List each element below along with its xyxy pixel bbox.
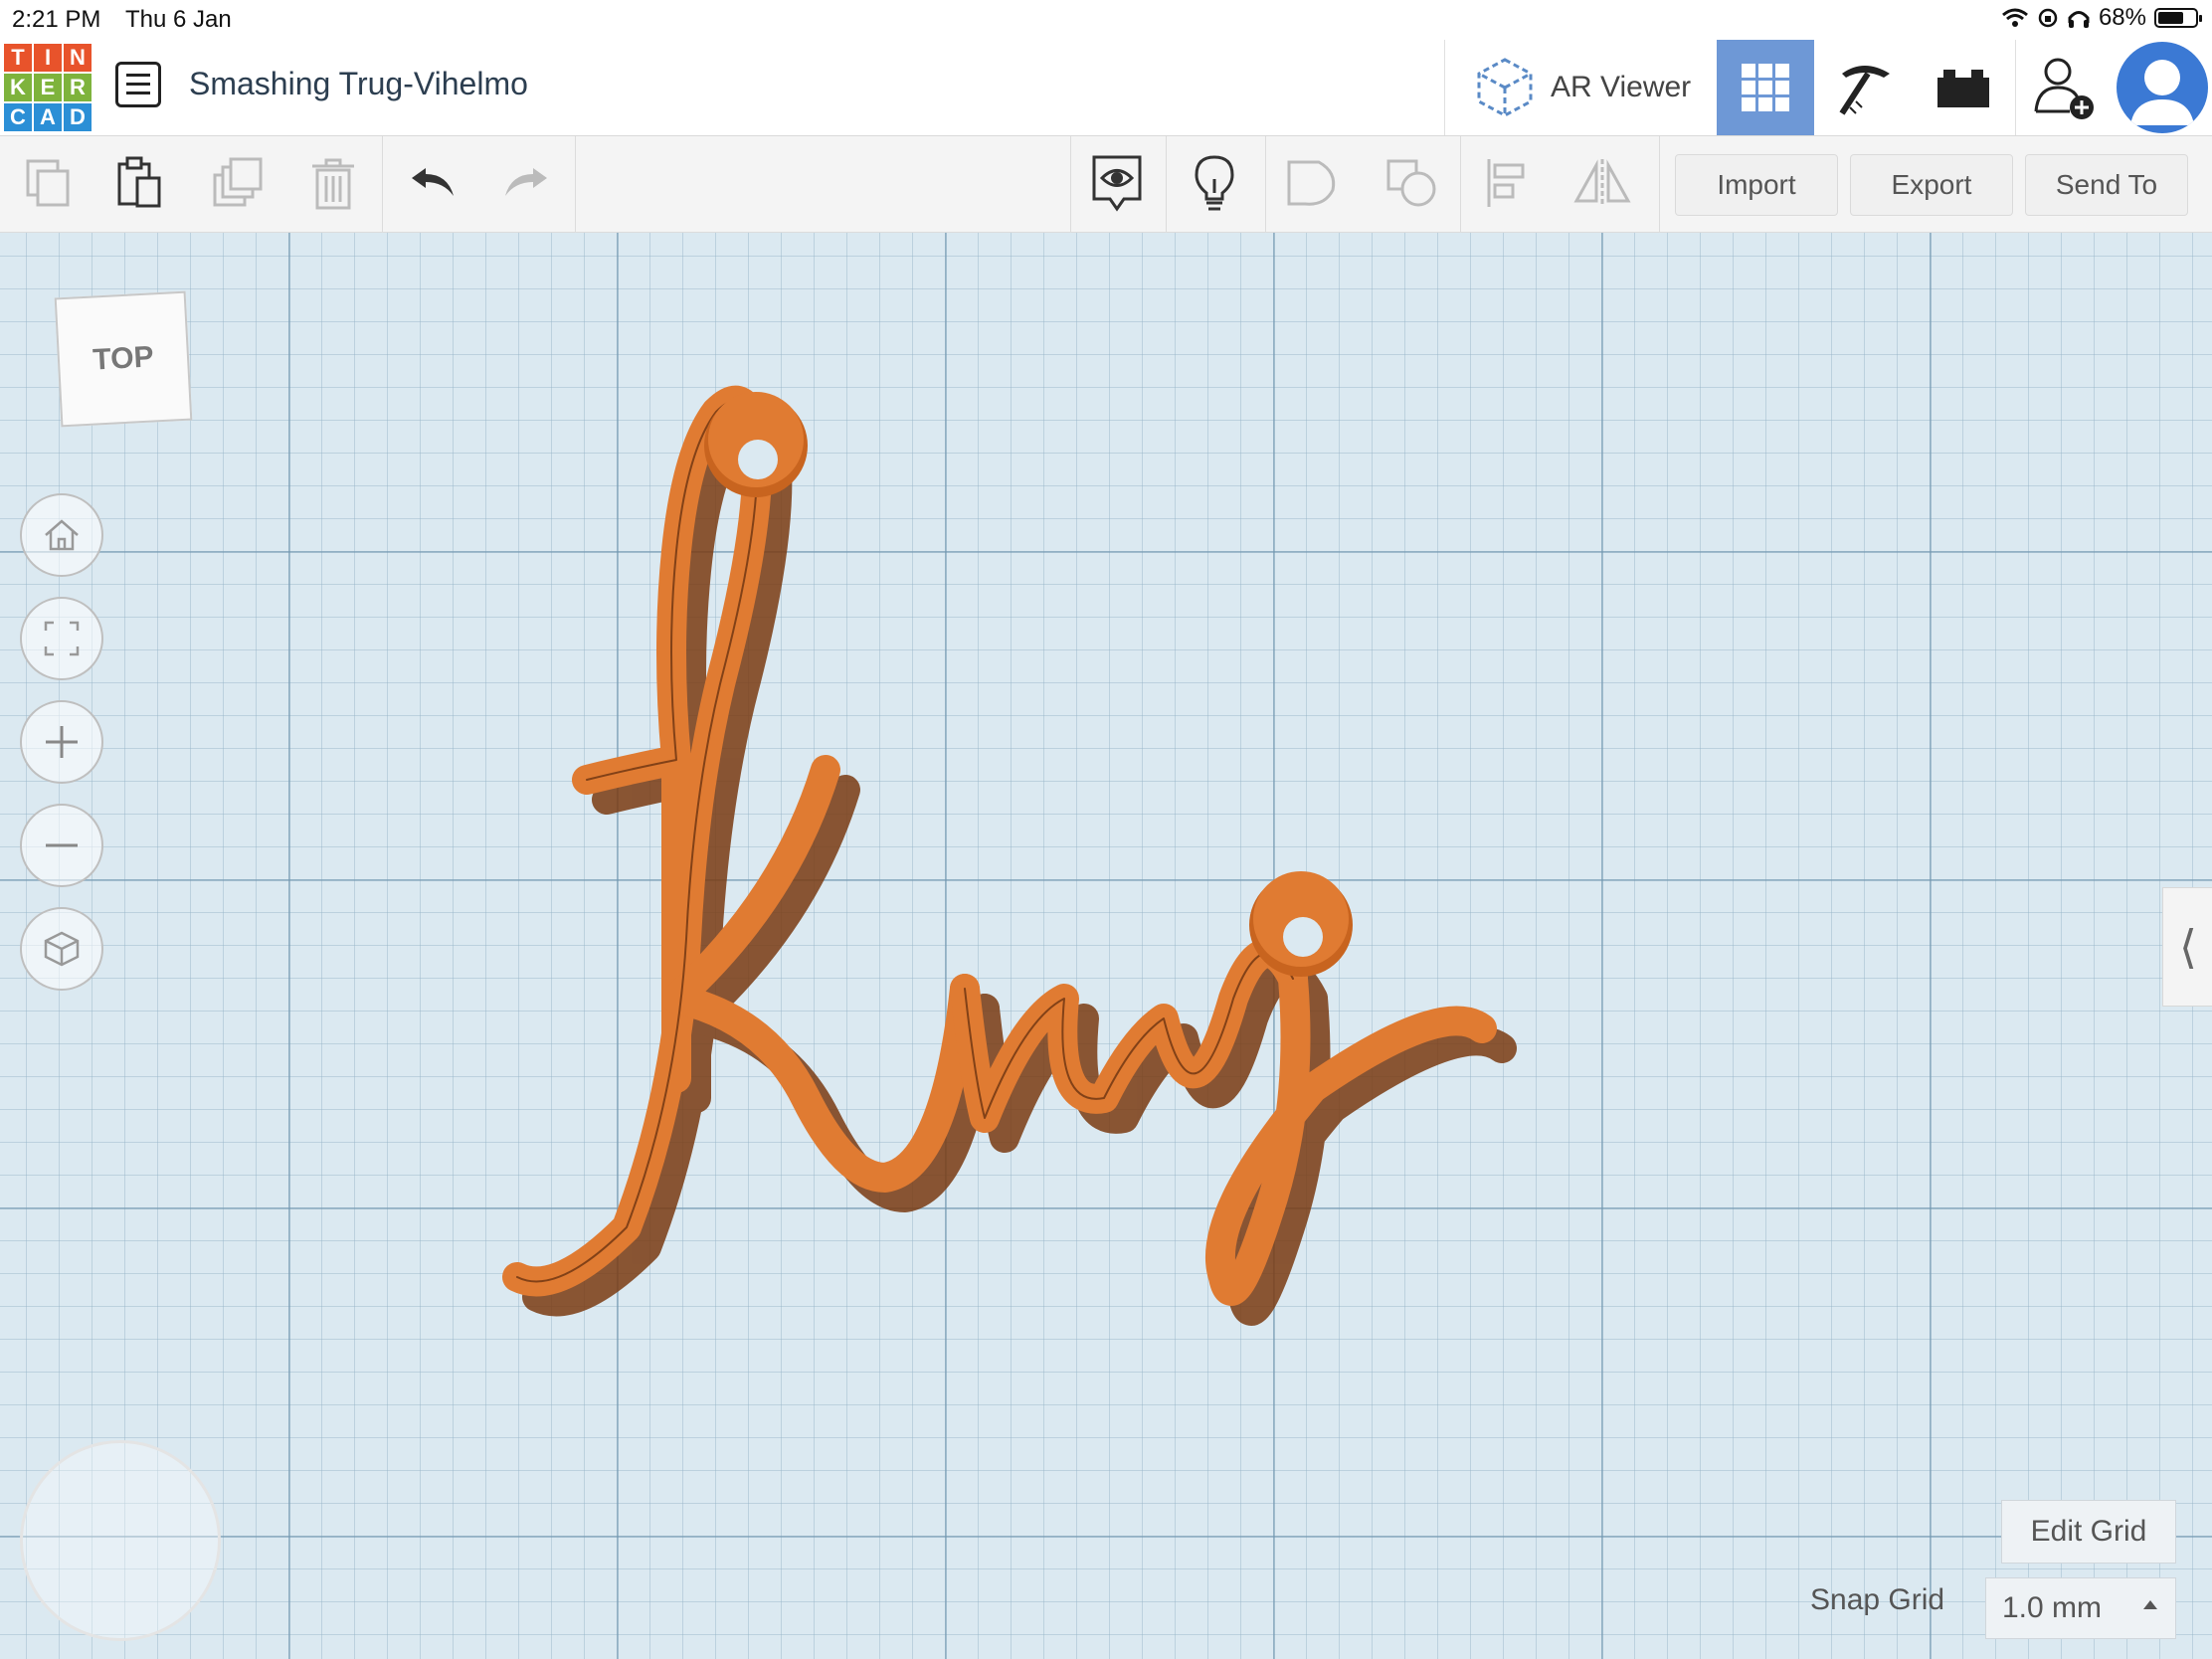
align-icon xyxy=(1487,159,1525,207)
brick-icon xyxy=(1937,70,1989,107)
mirror-icon xyxy=(1573,159,1631,207)
toolbar-separator xyxy=(1265,136,1266,232)
copy-icon xyxy=(26,159,70,207)
duplicate-icon xyxy=(213,157,263,207)
copy-button[interactable] xyxy=(16,150,82,216)
send-to-button[interactable]: Send To xyxy=(2025,154,2188,216)
paste-button[interactable] xyxy=(107,150,173,216)
chevron-left-icon: ⟨ xyxy=(2179,921,2197,973)
headphones-icon xyxy=(2068,11,2090,28)
status-indicators: 68% xyxy=(2001,4,2202,32)
redo-button[interactable] xyxy=(493,150,559,216)
workplane-canvas[interactable]: TOP ⟨ Edit Grid Snap Grid 1.0 mm xyxy=(0,233,2212,1659)
view-cube-label: TOP xyxy=(92,340,155,377)
battery-percentage: 68% xyxy=(2098,4,2146,31)
ungroup-button[interactable] xyxy=(1379,150,1444,216)
perspective-toggle-button[interactable] xyxy=(20,907,103,991)
home-view-button[interactable] xyxy=(20,493,103,577)
user-avatar[interactable] xyxy=(2117,42,2208,133)
home-icon xyxy=(45,519,79,551)
invite-user-button[interactable] xyxy=(2015,40,2112,135)
show-all-button[interactable] xyxy=(1084,150,1150,216)
show-all-icon xyxy=(1092,155,1142,212)
status-date: Thu 6 Jan xyxy=(125,6,232,33)
model-body xyxy=(502,385,1497,1306)
ar-viewer-button[interactable]: AR Viewer xyxy=(1444,40,1716,135)
panel-collapse-tab[interactable]: ⟨ xyxy=(2162,887,2212,1007)
toolbar-separator xyxy=(1659,136,1660,232)
king-keychain-model[interactable] xyxy=(0,233,2212,1659)
fit-all-icon xyxy=(44,621,80,656)
logo-letter: E xyxy=(34,74,62,101)
duplicate-button[interactable] xyxy=(205,150,271,216)
group-icon xyxy=(1287,160,1336,206)
app-header: T I N K E R C A D Smashing Trug-Vihelmo … xyxy=(0,40,2212,136)
toolbar-separator xyxy=(382,136,383,232)
bricks-view-button[interactable] xyxy=(1916,40,2011,135)
fit-view-button[interactable] xyxy=(20,597,103,680)
import-button[interactable]: Import xyxy=(1675,154,1838,216)
snap-grid-value: 1.0 mm xyxy=(2002,1591,2103,1624)
delete-icon xyxy=(312,158,354,210)
toolbar-separator xyxy=(1166,136,1167,232)
cube-icon xyxy=(44,931,80,967)
edit-toolbar: Import Export Send To xyxy=(0,136,2212,233)
logo-letter: D xyxy=(64,103,92,131)
logo-letter: N xyxy=(64,44,92,72)
logo-letter: T xyxy=(4,44,32,72)
add-user-icon xyxy=(2034,58,2094,119)
undo-icon xyxy=(412,168,454,196)
ungroup-icon xyxy=(1386,159,1436,207)
zoom-in-button[interactable] xyxy=(20,700,103,784)
wifi-icon xyxy=(2001,8,2028,27)
logo-letter: A xyxy=(34,103,62,131)
notes-button[interactable] xyxy=(1182,150,1247,216)
avatar-icon xyxy=(2130,60,2194,125)
delete-button[interactable] xyxy=(300,150,366,216)
align-button[interactable] xyxy=(1474,150,1540,216)
status-bar: 2:21 PM Thu 6 Jan 68% xyxy=(0,0,2212,40)
undo-button[interactable] xyxy=(400,150,465,216)
plus-icon xyxy=(46,726,78,758)
orbit-control[interactable] xyxy=(20,1440,221,1641)
status-time: 2:21 PM xyxy=(12,6,101,33)
ar-viewer-label: AR Viewer xyxy=(1551,71,1692,103)
group-button[interactable] xyxy=(1279,150,1345,216)
toolbar-separator xyxy=(575,136,576,232)
paste-icon xyxy=(117,156,161,208)
redo-icon xyxy=(505,168,547,196)
minus-icon xyxy=(46,843,78,847)
zoom-out-button[interactable] xyxy=(20,804,103,887)
snap-grid-label: Snap Grid xyxy=(1810,1583,1945,1616)
logo-letter: I xyxy=(34,44,62,72)
mirror-button[interactable] xyxy=(1569,150,1635,216)
logo-letter: R xyxy=(64,74,92,101)
toolbar-separator xyxy=(1460,136,1461,232)
orientation-lock-icon xyxy=(2038,8,2058,28)
design-list-button[interactable] xyxy=(115,62,161,107)
logo-letter: C xyxy=(4,103,32,131)
export-button[interactable]: Export xyxy=(1850,154,2013,216)
battery-icon xyxy=(2154,8,2202,28)
tinkercad-logo[interactable]: T I N K E R C A D xyxy=(4,44,92,131)
toolbar-separator xyxy=(1070,136,1071,232)
project-title[interactable]: Smashing Trug-Vihelmo xyxy=(189,66,528,102)
snap-grid-select[interactable]: 1.0 mm xyxy=(1985,1577,2176,1639)
view-cube[interactable]: TOP xyxy=(54,290,193,428)
3d-design-view-button[interactable] xyxy=(1717,40,1814,135)
logo-letter: K xyxy=(4,74,32,101)
edit-grid-button[interactable]: Edit Grid xyxy=(2001,1500,2176,1564)
pickaxe-icon xyxy=(1839,66,1890,115)
ar-cube-icon xyxy=(1477,58,1533,117)
caret-up-icon xyxy=(2143,1600,2157,1609)
blocks-view-button[interactable] xyxy=(1818,40,1914,135)
grid-icon xyxy=(1742,64,1789,111)
lightbulb-icon xyxy=(1195,155,1234,211)
